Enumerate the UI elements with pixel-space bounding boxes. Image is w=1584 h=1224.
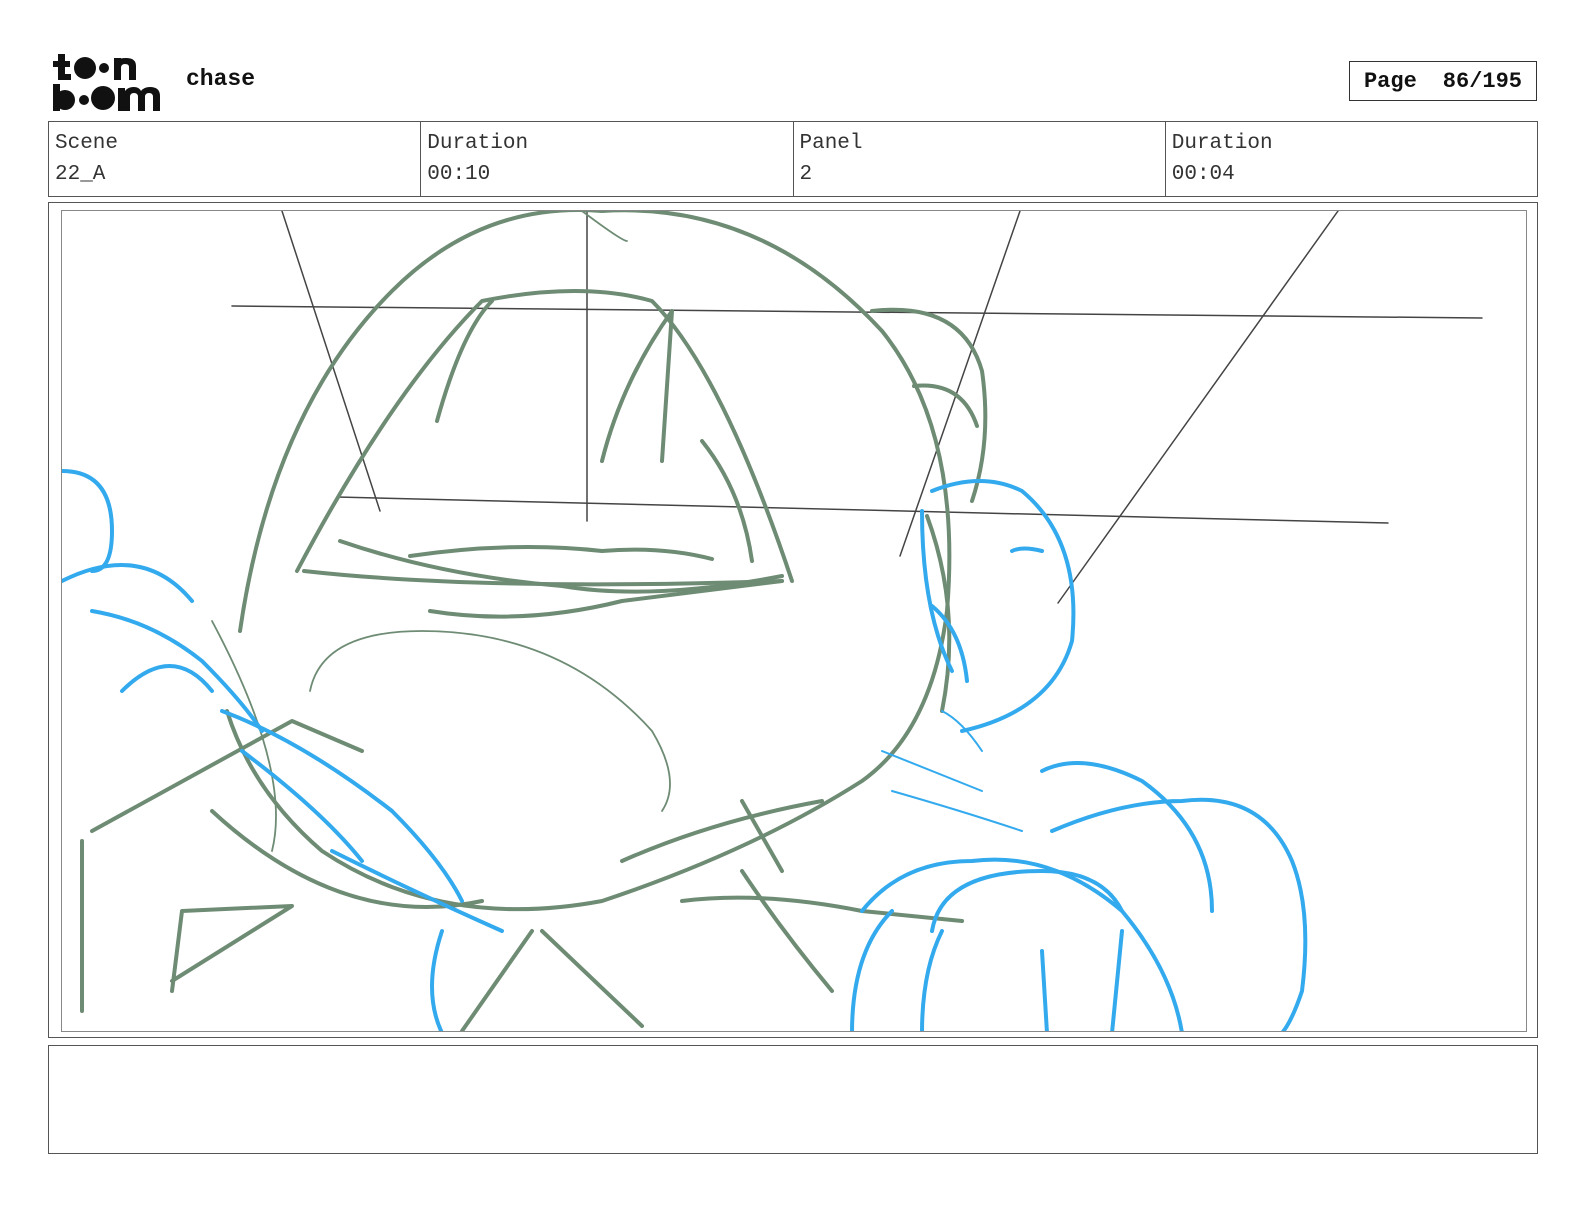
panel-cell: Panel 2 [794,122,1166,196]
panel-duration-cell: Duration 00:04 [1166,122,1537,196]
scene-duration-value: 00:10 [427,163,491,186]
page-indicator: Page 86/195 [1349,61,1537,101]
project-title: chase [186,66,256,92]
panel-drawing-area [61,210,1527,1032]
toonboom-logo [53,54,160,111]
page-number: 86/195 [1442,68,1523,94]
panel-duration-value: 00:04 [1171,163,1235,186]
scene-cell: Scene 22_A [49,122,422,196]
panel-notes-box[interactable] [48,1045,1538,1154]
panel-label: Panel [799,132,863,155]
scene-label: Scene [55,132,119,155]
scene-info-table: Scene 22_A Duration 00:10 Panel 2 Durati… [48,121,1538,197]
scene-value: 22_A [55,163,106,186]
page-label: Page [1363,68,1417,94]
panel-value: 2 [799,163,813,186]
scene-duration-label: Duration [427,132,529,155]
green-sketch [80,211,988,1031]
panel-sketch [62,211,1483,1031]
panel-duration-label: Duration [1171,132,1273,155]
scene-duration-cell: Duration 00:10 [421,122,794,196]
storyboard-panel [48,202,1538,1038]
perspective-guides [231,211,1483,604]
blue-sketch-thin [881,710,1023,832]
